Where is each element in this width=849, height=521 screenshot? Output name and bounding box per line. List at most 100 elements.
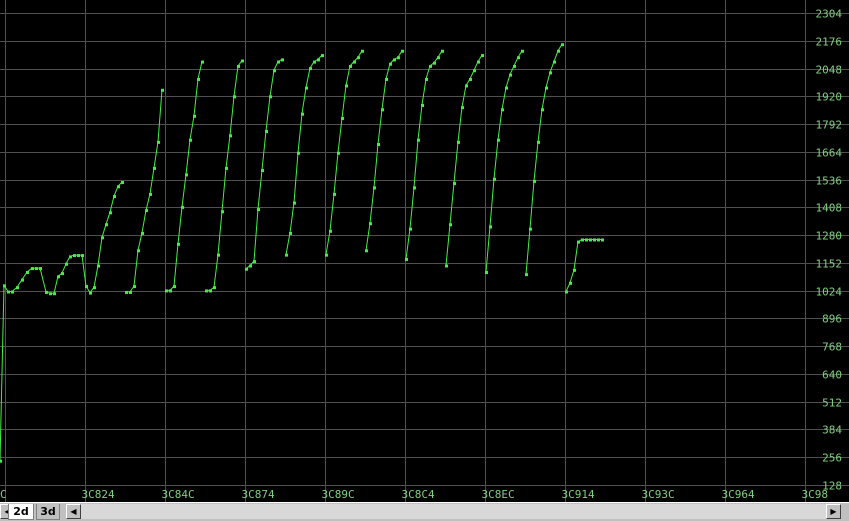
x-tick-label: 3C8EC bbox=[482, 488, 515, 501]
data-point bbox=[229, 134, 232, 138]
x-tick-label: 3C93C bbox=[642, 488, 675, 501]
grid-lines bbox=[0, 0, 849, 502]
data-point bbox=[7, 290, 10, 294]
horizontal-scrollbar-track[interactable] bbox=[81, 504, 826, 519]
data-point bbox=[473, 69, 476, 73]
data-point bbox=[237, 64, 240, 68]
data-point bbox=[81, 254, 84, 258]
y-tick-label: 512 bbox=[822, 397, 842, 410]
data-point bbox=[477, 60, 480, 64]
data-point bbox=[277, 60, 280, 64]
data-point bbox=[61, 272, 64, 276]
tab-3d[interactable]: 3d bbox=[36, 504, 60, 520]
data-point bbox=[561, 43, 564, 47]
data-point bbox=[505, 86, 508, 90]
data-point bbox=[461, 106, 464, 110]
data-point bbox=[329, 229, 332, 233]
data-point bbox=[221, 210, 224, 214]
data-point bbox=[577, 240, 580, 244]
data-point bbox=[57, 275, 60, 279]
data-point bbox=[581, 238, 584, 242]
data-point bbox=[345, 84, 348, 88]
x-tick-label: 3C89C bbox=[322, 488, 355, 501]
data-point bbox=[26, 270, 29, 274]
y-tick-label: 1920 bbox=[816, 91, 843, 104]
data-point bbox=[261, 169, 264, 173]
data-point bbox=[145, 209, 148, 213]
x-tick-label: 3C874 bbox=[242, 488, 275, 501]
data-point bbox=[105, 223, 108, 227]
data-point bbox=[537, 140, 540, 144]
data-point bbox=[137, 249, 140, 253]
data-point bbox=[313, 60, 316, 64]
x-tick-label: 3C84C bbox=[162, 488, 195, 501]
data-point bbox=[365, 249, 368, 253]
y-tick-label: 1280 bbox=[816, 230, 843, 243]
series-line bbox=[285, 54, 323, 255]
data-point bbox=[153, 166, 156, 170]
data-point bbox=[413, 186, 416, 190]
scroll-left-button[interactable]: ◀ bbox=[66, 504, 81, 519]
data-point bbox=[493, 177, 496, 181]
data-point bbox=[45, 290, 48, 294]
data-point bbox=[317, 58, 320, 62]
scroll-right-button[interactable]: ▶ bbox=[826, 504, 841, 519]
data-point bbox=[297, 151, 300, 155]
data-point bbox=[205, 289, 208, 293]
data-point bbox=[449, 223, 452, 227]
x-tick-label: 3C914 bbox=[562, 488, 595, 501]
data-point bbox=[353, 60, 356, 64]
data-point bbox=[217, 253, 220, 257]
data-point bbox=[421, 103, 424, 107]
data-point bbox=[597, 238, 600, 242]
data-point bbox=[149, 192, 152, 196]
data-point bbox=[521, 49, 524, 53]
data-point bbox=[257, 208, 260, 212]
y-tick-label: 256 bbox=[822, 452, 842, 465]
data-point bbox=[465, 84, 468, 88]
data-point bbox=[197, 77, 200, 81]
data-point bbox=[173, 285, 176, 289]
y-tick-label: 1408 bbox=[816, 202, 843, 215]
data-point bbox=[453, 182, 456, 186]
data-point bbox=[213, 286, 216, 290]
data-point bbox=[497, 138, 500, 142]
data-point bbox=[429, 64, 432, 68]
y-tick-label: 640 bbox=[822, 369, 842, 382]
data-point bbox=[301, 112, 304, 116]
data-point bbox=[377, 143, 380, 147]
data-point bbox=[289, 231, 292, 235]
data-point bbox=[269, 95, 272, 99]
data-point bbox=[181, 205, 184, 209]
data-point bbox=[305, 86, 308, 90]
data-point bbox=[281, 58, 284, 62]
series-line bbox=[126, 89, 163, 293]
data-point bbox=[341, 116, 344, 120]
data-point bbox=[31, 267, 34, 271]
data-point bbox=[121, 180, 124, 184]
y-tick-label: 1664 bbox=[816, 147, 843, 160]
data-point bbox=[389, 62, 392, 66]
data-point bbox=[361, 49, 364, 53]
data-point bbox=[35, 267, 38, 271]
y-tick-label: 1536 bbox=[816, 175, 843, 188]
data-point bbox=[397, 56, 400, 60]
y-tick-labels: 128 256 384 512 640 768 896 1024 1152 1280 1408 153… bbox=[816, 8, 843, 493]
tab-2d[interactable]: 2d bbox=[8, 504, 34, 520]
data-point bbox=[533, 179, 536, 183]
data-point bbox=[169, 289, 172, 293]
data-point bbox=[273, 69, 276, 73]
data-point bbox=[409, 227, 412, 231]
data-point bbox=[0, 459, 2, 463]
series-line bbox=[445, 54, 483, 266]
y-tick-label: 2304 bbox=[816, 8, 843, 21]
data-point bbox=[193, 114, 196, 118]
data-point bbox=[97, 264, 100, 268]
data-point bbox=[39, 267, 42, 271]
series-0 bbox=[0, 43, 604, 463]
data-point bbox=[569, 281, 572, 285]
y-tick-label: 1792 bbox=[816, 119, 843, 132]
data-point bbox=[117, 185, 120, 189]
x-tick-label: 3C8C4 bbox=[402, 488, 435, 501]
data-point bbox=[77, 254, 80, 258]
